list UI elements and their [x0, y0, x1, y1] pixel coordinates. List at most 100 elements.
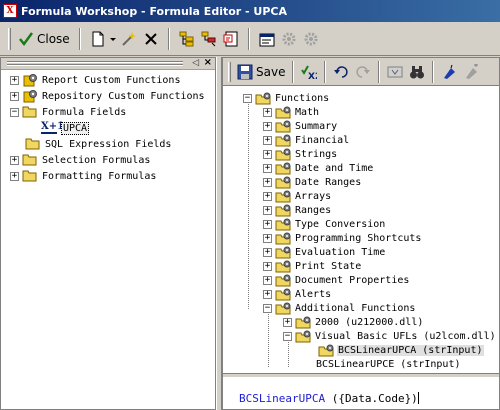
- tree-item-strings[interactable]: + Strings: [223, 147, 499, 161]
- function-category-icon: [275, 148, 291, 161]
- save-button[interactable]: Save: [234, 60, 288, 84]
- find-button[interactable]: [406, 60, 428, 84]
- tree-item-arrays[interactable]: + Arrays: [223, 189, 499, 203]
- functions-tree-rows: − Functions + Math + Summary + Financial + String…: [223, 91, 499, 371]
- close-button[interactable]: Close: [15, 27, 73, 51]
- expand-icon[interactable]: +: [263, 135, 272, 145]
- expand-icon[interactable]: +: [10, 155, 19, 165]
- check-syntax-button[interactable]: X2: [298, 60, 320, 84]
- tree-item-additional-functions[interactable]: − Additional Functions: [223, 301, 499, 315]
- new-button[interactable]: [87, 27, 109, 51]
- formula-editor-pane: Save X2: [222, 57, 500, 410]
- close-pane-icon[interactable]: ×: [204, 57, 212, 68]
- tree-item-sql-expression-fields[interactable]: SQL Expression Fields: [1, 136, 215, 152]
- expand-icon[interactable]: +: [263, 121, 272, 131]
- tree-item-label: Additional Functions: [295, 302, 416, 314]
- tree-item-label: Strings: [295, 148, 338, 160]
- expand-icon[interactable]: +: [10, 75, 19, 85]
- tree-item-report-custom-functions[interactable]: + Report Custom Functions: [1, 72, 215, 88]
- expand-icon[interactable]: +: [10, 91, 19, 101]
- expand-icon[interactable]: +: [263, 149, 272, 159]
- expand-icon[interactable]: +: [263, 275, 272, 285]
- tree-item-ufl-2000[interactable]: +2000 (u212000.dll): [223, 315, 499, 329]
- next-bookmark-button[interactable]: [460, 60, 482, 84]
- function-category-icon: [275, 190, 291, 203]
- function-category-icon: [295, 330, 311, 343]
- tree-item-date-ranges[interactable]: + Date Ranges: [223, 175, 499, 189]
- expand-icon[interactable]: +: [263, 191, 272, 201]
- expand-icon[interactable]: +: [283, 317, 292, 327]
- tree-item-label: Ranges: [295, 204, 332, 216]
- tree-item-bcslinearupce[interactable]: BCSLinearUPCE (strInput): [223, 357, 499, 371]
- expand-icon[interactable]: +: [263, 261, 272, 271]
- expand-icon[interactable]: +: [263, 289, 272, 299]
- tree-item-alerts[interactable]: + Alerts: [223, 287, 499, 301]
- tree-item-visual-basic-ufls[interactable]: − Visual Basic UFLs (u2lcom.dll): [223, 329, 499, 343]
- expand-icon[interactable]: +: [263, 163, 272, 173]
- tree-item-evaluation-time[interactable]: + Evaluation Time: [223, 245, 499, 259]
- toolbar-grip[interactable]: [228, 61, 231, 82]
- tree-item-formula-fields[interactable]: − Formula Fields: [1, 104, 215, 120]
- tree-item-print-state[interactable]: + Print State: [223, 259, 499, 273]
- tree-item-label: Functions: [275, 92, 330, 104]
- tree-item-financial[interactable]: + Financial: [223, 133, 499, 147]
- tree-item-upca[interactable]: X+1 UPCA: [1, 120, 215, 136]
- expand-icon[interactable]: +: [263, 247, 272, 257]
- pane-grip[interactable]: [7, 61, 183, 67]
- tree-item-math[interactable]: + Math: [223, 105, 499, 119]
- undo-icon: [333, 64, 349, 80]
- bookmark-button[interactable]: [438, 60, 460, 84]
- workshop-tree: + Report Custom Functions + Repository C…: [1, 72, 215, 184]
- collapse-icon[interactable]: −: [283, 331, 292, 341]
- toolbar-grip[interactable]: [8, 27, 11, 50]
- editor-horizontal-scrollbar[interactable]: [223, 374, 499, 377]
- tree-item-type-conversion[interactable]: + Type Conversion: [223, 217, 499, 231]
- expand-icon[interactable]: +: [263, 177, 272, 187]
- properties-button[interactable]: [256, 27, 278, 51]
- report-button[interactable]: [220, 27, 242, 51]
- tree-item-label: Financial: [295, 134, 350, 146]
- function-category-icon: [295, 316, 311, 329]
- gear-button-1[interactable]: [278, 27, 300, 51]
- folder-icon: [25, 138, 41, 150]
- browse-data-button[interactable]: [384, 60, 406, 84]
- repository-gear-icon: [22, 89, 38, 103]
- pin-icon[interactable]: ◁: [192, 58, 199, 68]
- report-icon: [223, 31, 239, 47]
- new-dropdown-button[interactable]: [109, 27, 118, 51]
- tree-item-label: Document Properties: [295, 274, 410, 286]
- tree-item-date-and-time[interactable]: + Date and Time: [223, 161, 499, 175]
- tree-item-functions[interactable]: − Functions: [223, 91, 499, 105]
- check-syntax-icon: X2: [301, 64, 317, 80]
- expand-icon[interactable]: +: [10, 171, 19, 181]
- dropdown-arrow-icon: [109, 31, 117, 47]
- undo-button[interactable]: [330, 60, 352, 84]
- show-formatting-button[interactable]: [198, 27, 220, 51]
- tree-item-formatting-formulas[interactable]: + Formatting Formulas: [1, 168, 215, 184]
- expand-icon[interactable]: +: [263, 219, 272, 229]
- tree-item-ranges[interactable]: + Ranges: [223, 203, 499, 217]
- tree-item-programming-shortcuts[interactable]: + Programming Shortcuts: [223, 231, 499, 245]
- tree-item-label: Type Conversion: [295, 218, 386, 230]
- expand-icon[interactable]: +: [263, 233, 272, 243]
- tree-item-document-properties[interactable]: + Document Properties: [223, 273, 499, 287]
- tree-item-repository-custom-functions[interactable]: + Repository Custom Functions: [1, 88, 215, 104]
- formula-text-editor[interactable]: BCSLinearUPCA ({Data.Code}): [223, 378, 499, 409]
- tree-item-summary[interactable]: + Summary: [223, 119, 499, 133]
- function-category-icon: [275, 162, 291, 175]
- collapse-icon[interactable]: −: [243, 93, 252, 103]
- redo-button[interactable]: [352, 60, 374, 84]
- tree-item-bcslinearupca[interactable]: BCSLinearUPCA (strInput): [223, 343, 499, 357]
- tree-item-label: SQL Expression Fields: [45, 138, 172, 150]
- collapse-icon[interactable]: −: [10, 107, 19, 117]
- delete-button[interactable]: [140, 27, 162, 51]
- tree-item-selection-formulas[interactable]: + Selection Formulas: [1, 152, 215, 168]
- use-expert-button[interactable]: [118, 27, 140, 51]
- expand-icon[interactable]: +: [263, 107, 272, 117]
- toggle-tree-button[interactable]: [176, 27, 198, 51]
- gear-button-2[interactable]: [300, 27, 322, 51]
- new-document-icon: [90, 31, 106, 47]
- collapse-icon[interactable]: −: [263, 303, 272, 313]
- expand-icon[interactable]: +: [263, 205, 272, 215]
- folder-icon: [22, 154, 38, 166]
